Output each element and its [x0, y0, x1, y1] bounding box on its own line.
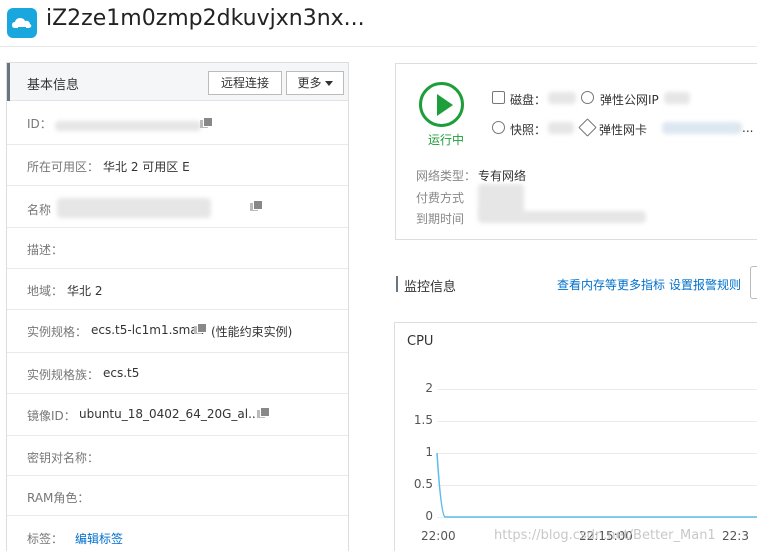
instance-id-title: iZ2ze1m0zmp2dkuvjxn3nx...: [46, 6, 365, 31]
cpu-series-svg: [436, 452, 757, 518]
image-id-value: ubuntu_18_0402_64_20G_al...: [79, 407, 260, 421]
page-header: iZ2ze1m0zmp2dkuvjxn3nx...: [0, 0, 757, 46]
more-button[interactable]: 更多: [286, 71, 344, 95]
network-type-label: 网络类型：: [416, 169, 477, 183]
play-icon: [437, 94, 453, 116]
redacted-snapshot: [548, 122, 574, 134]
zone-label: 所在可用区：: [27, 160, 100, 174]
cpu-chart-card: CPU 2 1.5 1 0.5 0 22:00 22:15:00 22:3: [394, 322, 757, 551]
running-status-icon: [419, 82, 464, 127]
header-divider: [0, 46, 757, 47]
tags-label: 标签：: [27, 532, 64, 546]
cloud-icon: [7, 8, 37, 38]
caret-down-icon: [324, 81, 333, 86]
image-id-label: 镜像ID：: [27, 409, 76, 423]
alarm-rules-link[interactable]: 设置报警规则: [669, 276, 741, 293]
row-keypair: 密钥对名称：: [7, 436, 348, 476]
more-metrics-link[interactable]: 查看内存等更多指标: [557, 276, 665, 293]
redacted-disk: [548, 92, 576, 104]
redacted-id: [55, 121, 201, 131]
eip-label: 弹性公网IP: [600, 93, 659, 107]
row-region: 地域： 华北 2: [7, 269, 348, 310]
row-instance-type: 实例规格： ecs.t5-lc1m1.small (性能约束实例): [7, 310, 348, 353]
row-instance-family: 实例规格族： ecs.t5: [7, 353, 348, 394]
instance-status-box: 运行中 磁盘： 弹性公网IP 快照： 弹性网卡 ... 网络类型： 专有网络 付…: [395, 63, 757, 240]
more-label: 更多: [297, 76, 322, 90]
copy-icon[interactable]: [200, 117, 213, 128]
billing-label: 付费方式: [416, 191, 465, 205]
panel-accent-bar: [7, 63, 10, 101]
eni-label: 弹性网卡: [599, 123, 648, 137]
expire-label: 到期时间: [416, 212, 465, 226]
row-description: 描述：: [7, 228, 348, 269]
copy-icon[interactable]: [194, 323, 207, 334]
redacted-eip: [664, 92, 690, 104]
instance-type-label: 实例规格：: [27, 325, 88, 339]
keypair-label: 密钥对名称：: [27, 451, 100, 465]
name-label: 名称: [27, 203, 52, 217]
row-image-id: 镜像ID： ubuntu_18_0402_64_20G_al...: [7, 394, 348, 436]
eip-icon: [581, 91, 594, 104]
monitor-accent-bar: [396, 276, 398, 292]
snapshot-icon: [492, 121, 505, 134]
basic-info-panel: 基本信息 远程连接 更多 ID： 所在可用区： 华北 2 可用区 E 名称 描述…: [6, 62, 349, 551]
row-name: 名称: [7, 186, 348, 228]
copy-icon[interactable]: [250, 200, 263, 211]
description-label: 描述：: [27, 243, 64, 257]
ram-role-label: RAM角色：: [27, 491, 90, 505]
region-value: 华北 2: [67, 284, 103, 298]
redacted-expire: [478, 211, 646, 223]
instance-type-note: (性能约束实例): [211, 325, 293, 339]
instance-type-value: ecs.t5-lc1m1.small: [91, 323, 205, 337]
disk-icon: [492, 91, 505, 104]
copy-icon[interactable]: [257, 407, 270, 418]
network-type-value: 专有网络: [478, 169, 527, 183]
id-label: ID：: [27, 117, 52, 131]
basic-info-title: 基本信息: [27, 78, 80, 93]
snapshot-label: 快照：: [510, 123, 547, 137]
disk-label: 磁盘：: [510, 93, 547, 107]
instance-family-value: ecs.t5: [103, 366, 140, 380]
time-range-select[interactable]: [750, 266, 757, 299]
monitor-title: 监控信息: [404, 280, 457, 295]
remote-connect-button[interactable]: 远程连接: [208, 71, 282, 95]
zone-value: 华北 2 可用区 E: [103, 160, 190, 174]
redacted-eni: [662, 122, 742, 134]
row-id: ID：: [7, 102, 348, 145]
eni-icon: [578, 118, 597, 137]
row-zone: 所在可用区： 华北 2 可用区 E: [7, 145, 348, 186]
edit-tags-link[interactable]: 编辑标签: [75, 530, 123, 547]
cpu-series-line: [436, 452, 757, 518]
redacted-name: [57, 198, 211, 218]
eni-ellipsis: ...: [742, 121, 754, 135]
running-status-text: 运行中: [428, 133, 465, 147]
basic-info-header: 基本信息 远程连接 更多: [7, 63, 348, 101]
region-label: 地域：: [27, 284, 64, 298]
instance-family-label: 实例规格族：: [27, 368, 100, 382]
row-ram-role: RAM角色：: [7, 476, 348, 516]
row-tags: 标签： 编辑标签: [7, 516, 348, 551]
watermark: https://blog.csdn.net/Better_Man1: [494, 528, 716, 543]
